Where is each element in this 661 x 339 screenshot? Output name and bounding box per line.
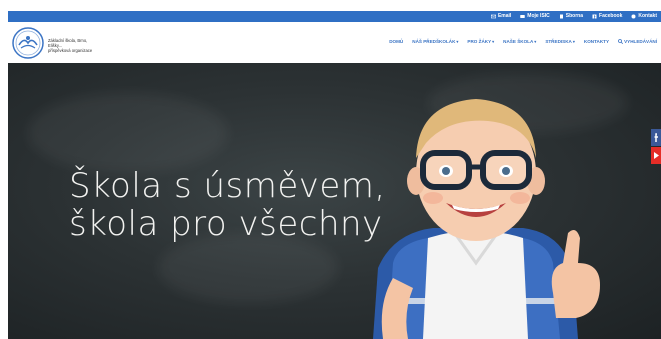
school-name[interactable]: Základní škola, Brno, Elišky... příspěvk… <box>48 38 118 53</box>
utility-link-sborna[interactable]: Sborna <box>559 12 583 21</box>
chevron-down-icon: ▾ <box>572 39 575 44</box>
school-logo[interactable] <box>12 27 44 59</box>
social-sidebar <box>651 129 661 164</box>
card-icon <box>520 15 526 18</box>
nav-item-contacts[interactable]: KONTAKTY <box>584 39 609 44</box>
site-header: Základní škola, Brno, Elišky... příspěvk… <box>8 22 661 63</box>
youtube-icon <box>654 152 659 159</box>
page-frame: Email Moje ISIC Sborna Facebook Kontakt <box>8 11 661 339</box>
chalk-smudge <box>28 93 228 173</box>
facebook-share-button[interactable] <box>651 129 661 146</box>
hero-slogan-line-1: Škola s úsměvem, <box>69 166 386 206</box>
facebook-icon <box>592 14 597 19</box>
utility-link-label: Sborna <box>565 13 584 19</box>
hero-banner: Škola s úsměvem, škola pro všechny <box>8 63 661 339</box>
school-name-line: příspěvková organizace <box>48 48 93 53</box>
youtube-button[interactable] <box>651 147 661 164</box>
nav-item-label: NÁŠ PŘEDŠKOLÁK <box>412 39 456 44</box>
utility-link-label: Moje ISIC <box>527 13 550 19</box>
nav-item-label: VYHLEDÁVÁNÍ <box>624 39 657 44</box>
utility-link-facebook[interactable]: Facebook <box>592 12 622 21</box>
nav-item-preschooler[interactable]: NÁŠ PŘEDŠKOLÁK ▾ <box>412 39 458 44</box>
utility-link-isic[interactable]: Moje ISIC <box>520 12 550 21</box>
nav-item-label: STŘEDISKA <box>545 39 572 44</box>
hero-slogan: Škola s úsměvem, škola pro všechny <box>69 167 386 243</box>
chevron-down-icon: ▾ <box>456 39 459 44</box>
top-utility-bar: Email Moje ISIC Sborna Facebook Kontakt <box>8 11 661 22</box>
nav-item-home[interactable]: DOMŮ <box>389 39 403 44</box>
nav-item-label: DOMŮ <box>389 39 404 44</box>
nav-item-label: PRO ŽÁKY <box>467 39 492 44</box>
phone-icon <box>631 14 636 19</box>
nav-item-students[interactable]: PRO ŽÁKY ▾ <box>467 39 494 44</box>
utility-links: Email Moje ISIC Sborna Facebook Kontakt <box>490 12 657 21</box>
nav-item-our-school[interactable]: NAŠE ŠKOLA ▾ <box>503 39 536 44</box>
document-icon <box>559 14 563 19</box>
utility-link-label: Kontakt <box>638 13 657 19</box>
nav-item-centers[interactable]: STŘEDISKA ▾ <box>545 39 575 44</box>
utility-link-label: Email <box>497 13 512 19</box>
main-nav: DOMŮ NÁŠ PŘEDŠKOLÁK ▾ PRO ŽÁKY ▾ NAŠE ŠKOL… <box>389 39 657 44</box>
chevron-down-icon: ▾ <box>492 39 495 44</box>
hero-slogan-line-2: škola pro všechny <box>69 204 383 244</box>
nav-item-label: NAŠE ŠKOLA <box>503 39 534 44</box>
nav-item-label: KONTAKTY <box>583 39 610 44</box>
nav-item-search[interactable]: VYHLEDÁVÁNÍ <box>618 39 657 44</box>
utility-link-label: Facebook <box>599 13 623 19</box>
facebook-icon <box>654 133 658 142</box>
utility-link-contact[interactable]: Kontakt <box>631 12 657 21</box>
envelope-icon <box>490 14 496 19</box>
chevron-down-icon: ▾ <box>534 39 537 44</box>
search-icon <box>618 39 624 44</box>
utility-link-email[interactable]: Email <box>490 12 512 21</box>
